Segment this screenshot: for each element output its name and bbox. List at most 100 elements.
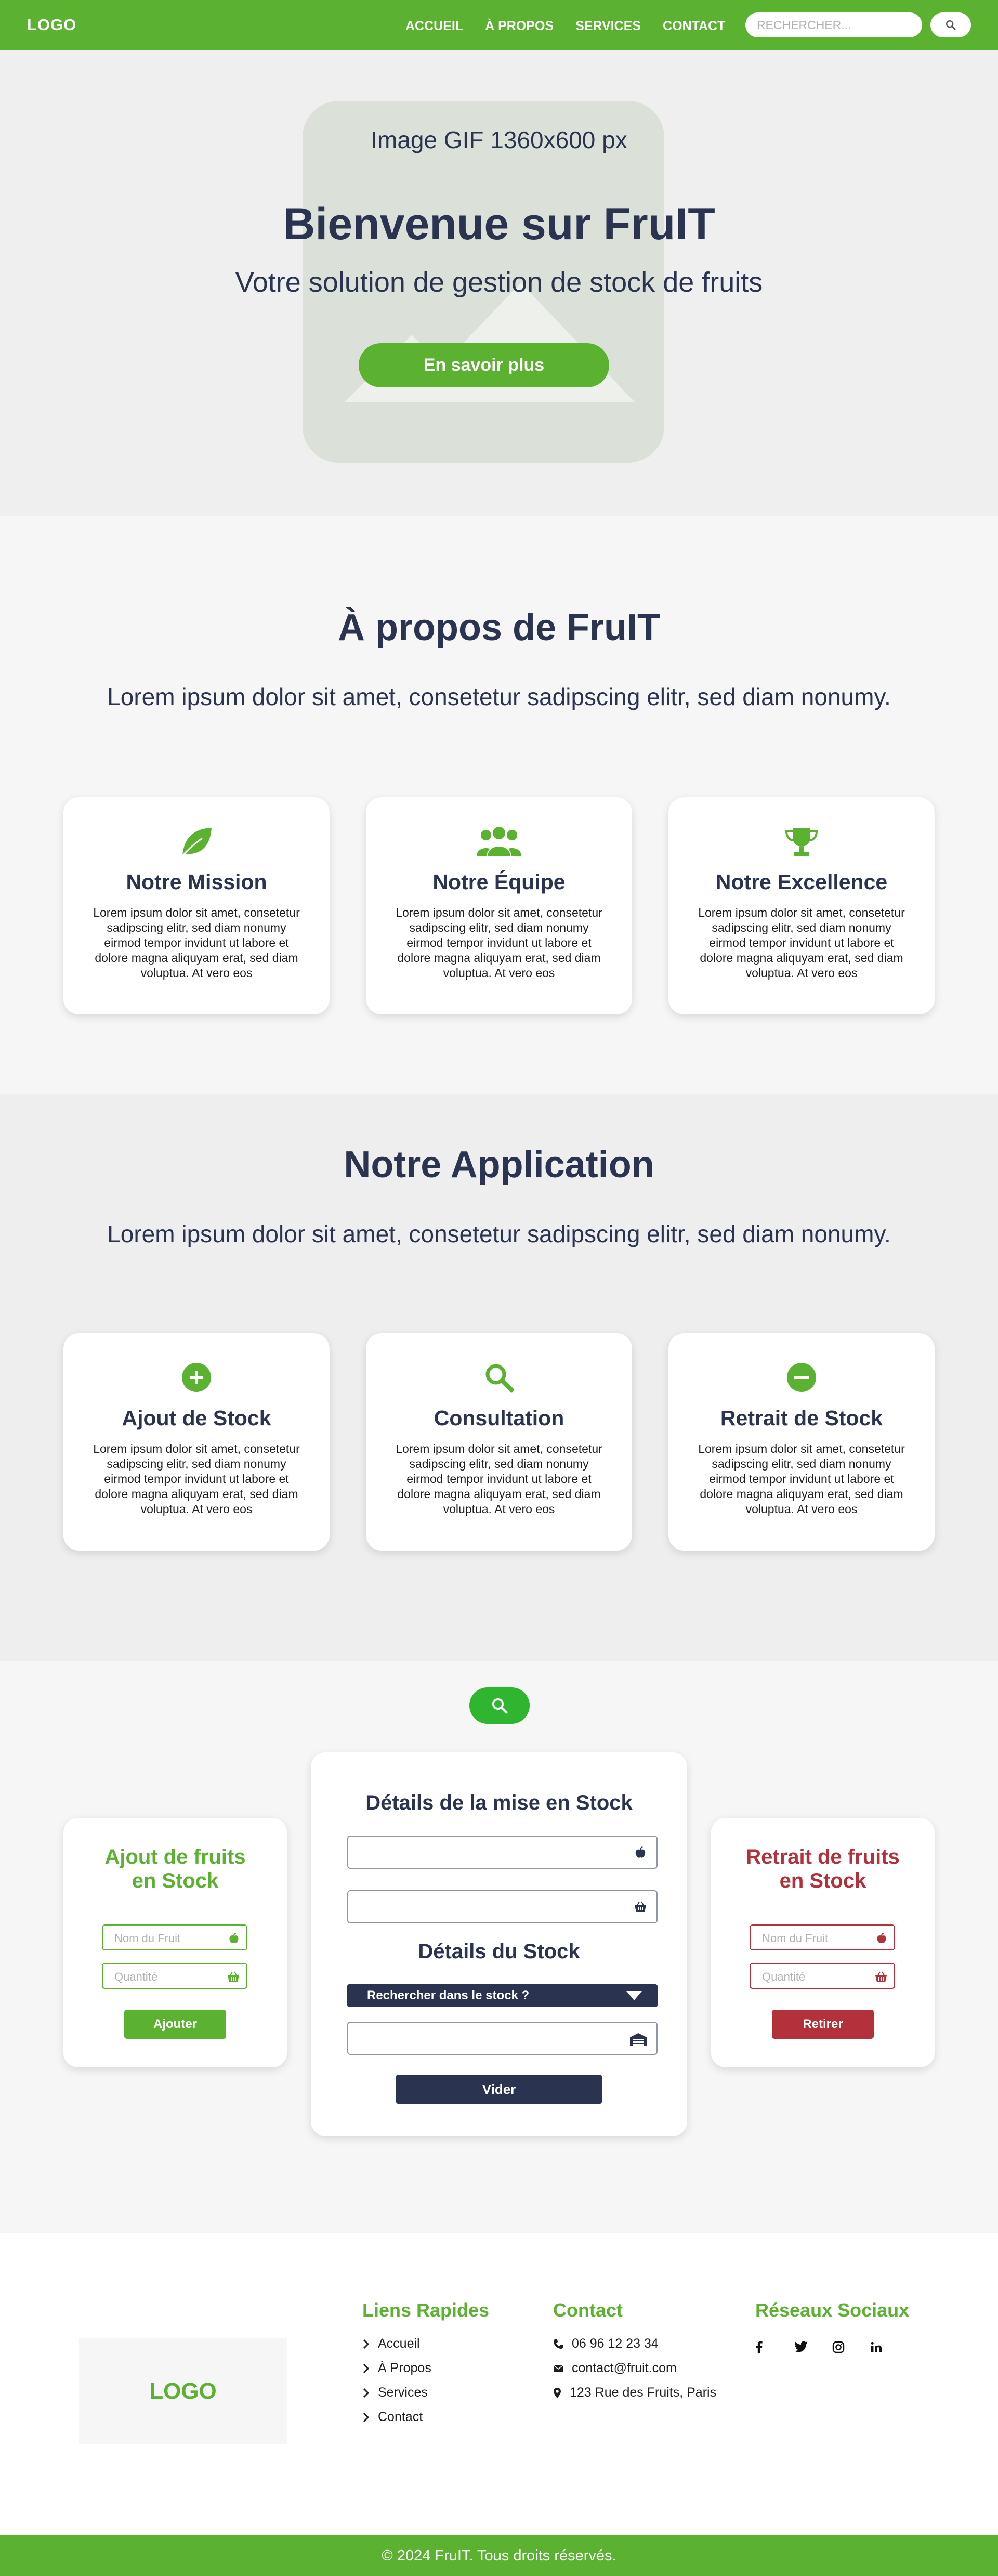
instagram-icon [832,2341,845,2353]
search-icon [485,1364,514,1393]
chevron-right-icon [363,2363,370,2373]
apple-icon [229,1933,239,1943]
card-remove-stock: Retrait de Stock Lorem ipsum dolor sit a… [668,1333,935,1551]
instagram-link[interactable] [832,2332,871,2363]
nav-link-contact[interactable]: CONTACT [663,19,725,34]
chevron-right-icon [363,2339,370,2349]
remove-stock-panel: Retrait de fruits en Stock Nom du Fruit … [711,1818,935,2067]
card-title: Consultation [434,1406,564,1430]
empty-button[interactable]: Vider [396,2075,602,2104]
warehouse-icon [630,2033,647,2046]
hero-subtitle: Votre solution de gestion de stock de fr… [235,267,763,298]
envelope-icon [553,2364,563,2372]
learn-more-button[interactable]: En savoir plus [359,343,609,387]
fruit-name-placeholder: Nom du Fruit [114,1932,181,1945]
application-title: Notre Application [344,1144,654,1186]
address-text: 123 Rue des Fruits, Paris [570,2385,717,2400]
facebook-link[interactable] [755,2332,794,2363]
stock-search-button[interactable] [469,1687,530,1724]
card-team: Notre Équipe Lorem ipsum dolor sit amet,… [366,797,632,1014]
stock-section: Ajout de fruits en Stock Nom du Fruit Qu… [0,1661,998,2233]
twitter-link[interactable] [794,2332,832,2363]
chevron-right-icon [363,2412,370,2422]
nav-links: ACCUEIL À PROPOS SERVICES CONTACT [405,19,725,34]
card-title: Retrait de Stock [720,1406,883,1430]
phone-icon [554,2339,563,2349]
link-label: Contact [378,2410,423,2424]
link-label: À Propos [378,2361,431,2375]
stock-result-field[interactable] [347,2022,658,2055]
facebook-icon [756,2341,763,2353]
map-pin-icon [554,2387,561,2398]
search-icon [492,1698,508,1714]
card-text: Lorem ipsum dolor sit amet, consetetur s… [93,1442,300,1516]
apple-icon [635,1846,646,1858]
card-text: Lorem ipsum dolor sit amet, consetetur s… [93,906,300,980]
copyright-text: © 2024 FruIT. Tous droits réservés. [382,2547,616,2564]
add-fruit-name-input[interactable]: Nom du Fruit [102,1924,247,1950]
nav-logo[interactable]: LOGO [27,16,76,34]
stock-details-field-1[interactable] [347,1836,658,1869]
stock-search-select[interactable]: Rechercher dans le stock ? [347,1984,658,2007]
add-stock-panel: Ajout de fruits en Stock Nom du Fruit Qu… [63,1818,287,2067]
card-mission: Notre Mission Lorem ipsum dolor sit amet… [63,797,330,1014]
remove-quantity-input[interactable]: Quantité [750,1963,895,1989]
linkedin-icon [871,2341,882,2352]
card-text: Lorem ipsum dolor sit amet, consetetur s… [698,906,905,980]
add-quantity-input[interactable]: Quantité [102,1963,247,1989]
about-section: À propos de FruIT Lorem ipsum dolor sit … [0,516,998,1094]
footer-link-services[interactable]: Services [362,2380,489,2405]
search-button[interactable] [930,12,971,37]
phone-text: 06 96 12 23 34 [572,2336,659,2351]
add-stock-title: Ajout de fruits en Stock [104,1845,246,1892]
search-icon [946,20,956,30]
nav-link-a-propos[interactable]: À PROPOS [485,19,554,34]
quick-links-title: Liens Rapides [362,2299,490,2321]
stock-details-panel: Détails de la mise en Stock Détails du S… [311,1752,687,2136]
about-subtitle: Lorem ipsum dolor sit amet, consetetur s… [107,683,891,710]
contact-email[interactable]: contact@fruit.com [553,2356,716,2380]
contact-address: 123 Rue des Fruits, Paris [553,2380,716,2405]
social-column: Réseaux Sociaux [755,2299,909,2363]
linkedin-link[interactable] [871,2332,909,2363]
search-input[interactable]: RECHERCHER... [745,12,922,37]
footer-logo[interactable]: LOGO [79,2338,287,2444]
team-icon [477,827,521,857]
quantity-placeholder: Quantité [762,1970,806,1983]
link-label: Accueil [378,2336,420,2351]
hero-image-caption: Image GIF 1360x600 px [371,126,627,153]
twitter-icon [794,2341,808,2352]
select-label: Rechercher dans le stock ? [367,1988,530,2002]
add-button[interactable]: Ajouter [124,2010,226,2039]
card-text: Lorem ipsum dolor sit amet, consetetur s… [698,1442,905,1516]
hero-section: Image GIF 1360x600 px Bienvenue sur FruI… [0,50,998,516]
stock-title: Détails du Stock [418,1940,580,1963]
social-title: Réseaux Sociaux [755,2299,910,2321]
footer-link-contact[interactable]: Contact [362,2405,489,2429]
footer-link-a-propos[interactable]: À Propos [362,2356,489,2380]
chevron-down-icon [626,1991,642,2000]
plus-circle-icon [182,1363,211,1392]
hero-title: Bienvenue sur FruIT [283,199,715,249]
minus-circle-icon [787,1363,816,1392]
apple-icon [877,1933,886,1943]
stock-details-field-2[interactable] [347,1890,658,1923]
card-title: Notre Excellence [715,870,888,894]
navbar: LOGO ACCUEIL À PROPOS SERVICES CONTACT R… [0,0,998,50]
card-consultation: Consultation Lorem ipsum dolor sit amet,… [366,1333,632,1551]
stock-details-title: Détails de la mise en Stock [365,1791,633,1814]
remove-fruit-name-input[interactable]: Nom du Fruit [750,1924,895,1950]
application-subtitle: Lorem ipsum dolor sit amet, consetetur s… [107,1220,891,1247]
nav-link-accueil[interactable]: ACCUEIL [405,19,463,34]
application-section: Notre Application Lorem ipsum dolor sit … [0,1094,998,1661]
trophy-icon [785,828,818,856]
about-title: À propos de FruIT [338,607,660,648]
nav-link-services[interactable]: SERVICES [575,19,641,34]
contact-column: Contact 06 96 12 23 34 contact@fruit.com… [553,2299,716,2405]
remove-button[interactable]: Retirer [772,2010,874,2039]
card-title: Notre Équipe [432,870,566,894]
quick-links-column: Liens Rapides Accueil À Propos Services … [362,2299,489,2429]
contact-phone: 06 96 12 23 34 [553,2332,716,2356]
footer-link-accueil[interactable]: Accueil [362,2332,489,2356]
copyright-bar: © 2024 FruIT. Tous droits réservés. [0,2535,998,2576]
